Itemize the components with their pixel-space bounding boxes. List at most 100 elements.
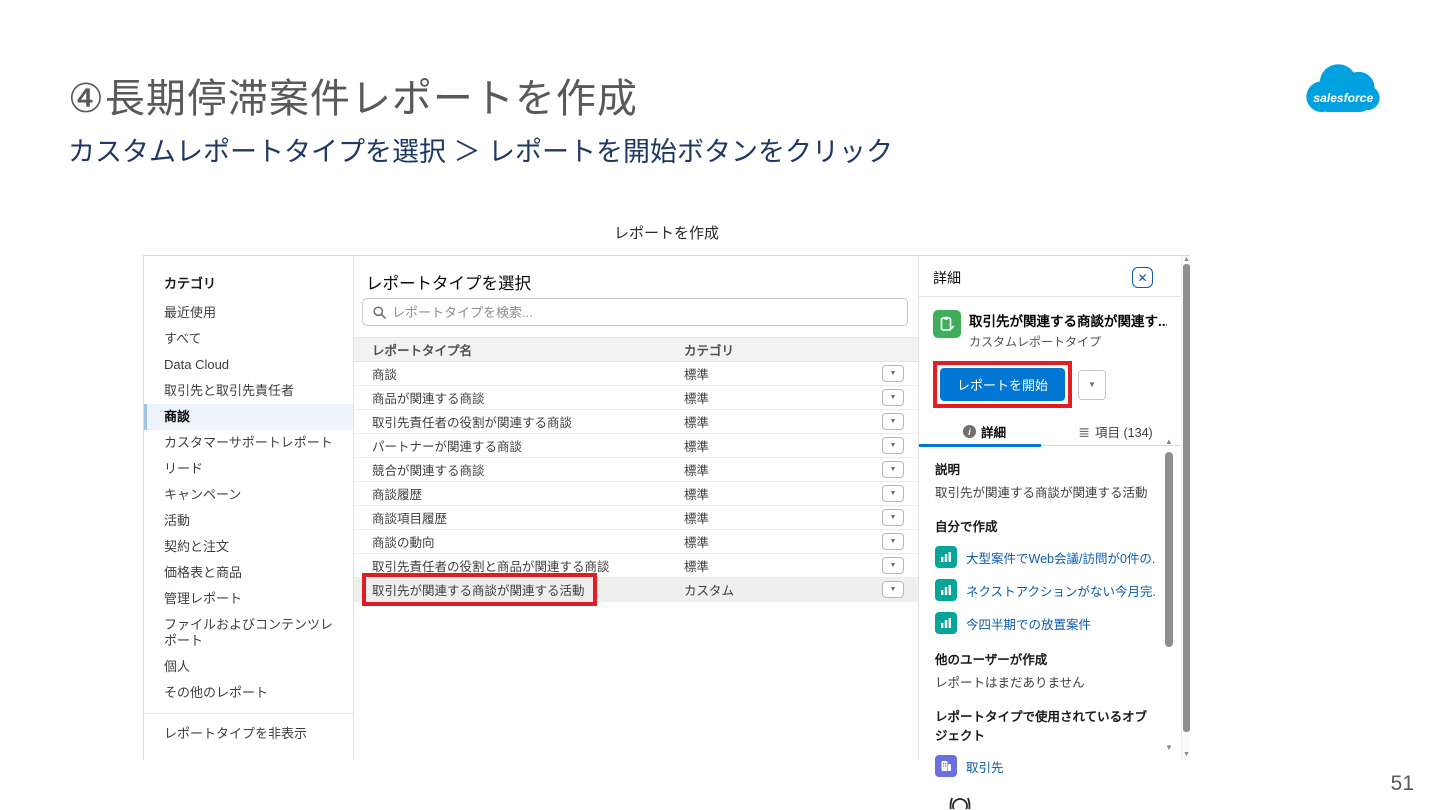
report-type-subtitle: カスタムレポートタイプ <box>969 335 1102 349</box>
report-type-name: 商談の動向 <box>372 536 435 550</box>
dialog-scroll-up-icon[interactable]: ▲ <box>1183 256 1190 263</box>
category-list: 最近使用 すべて Data Cloud 取引先と取引先責任者 商談 カスタマーサポートレポ… <box>144 300 353 706</box>
sidebar-item[interactable]: 価格表と商品 <box>144 560 353 586</box>
sidebar-item[interactable]: その他のレポート <box>144 680 353 706</box>
sidebar-item[interactable]: 活動 <box>144 508 353 534</box>
report-type-name-cell: 商談項目履歴 <box>354 508 684 527</box>
sidebar-item[interactable]: 商談 <box>144 404 353 430</box>
report-type-name-cell: 取引先責任者の役割と商品が関連する商談 <box>354 556 684 575</box>
search-input[interactable] <box>392 304 907 320</box>
report-type-name-cell: 商談履歴 <box>354 484 684 503</box>
row-actions-dropdown[interactable]: ▼ <box>882 461 904 478</box>
report-type-name: 取引先責任者の役割が関連する商談 <box>372 416 573 430</box>
report-type-name: 商品が関連する商談 <box>372 392 485 406</box>
report-type-category: 標準 <box>684 560 710 574</box>
report-type-row[interactable]: 商談項目履歴 標準 ▼ <box>354 506 919 530</box>
report-link-row[interactable]: ネクストアクションがない今月完... <box>935 579 1155 601</box>
tab-fields-label: 項目 (134) <box>1095 426 1153 440</box>
start-report-row: レポートを開始 ▼ <box>919 350 1181 404</box>
category-sidebar: カテゴリ 最近使用 すべて Data Cloud 取引先と取引先責任者 商談 カスタマーサ… <box>144 256 353 760</box>
report-type-row[interactable]: 商品が関連する商談 標準 ▼ <box>354 386 919 410</box>
report-link[interactable]: ネクストアクションがない今月完... <box>966 581 1155 600</box>
report-type-row[interactable]: 商談 標準 ▼ <box>354 362 919 386</box>
report-type-name-cell: 取引先責任者の役割が関連する商談 <box>354 412 684 431</box>
tab-fields[interactable]: ≣ 項目 (134) <box>1050 418 1181 445</box>
red-annotation-row: 取引先が関連する商談が関連する活動 <box>366 577 593 602</box>
report-link-row[interactable]: 大型案件でWeb会議/訪問が0件の... <box>935 546 1155 568</box>
report-icon <box>935 612 957 634</box>
start-report-button[interactable]: レポートを開始 <box>940 368 1066 401</box>
report-link[interactable]: 今四半期での放置案件 <box>966 614 1091 633</box>
sidebar-item[interactable]: 個人 <box>144 654 353 680</box>
dialog-scrollbar-thumb[interactable] <box>1183 264 1190 732</box>
svg-text:salesforce: salesforce <box>1313 91 1373 105</box>
report-type-category: 標準 <box>684 440 710 454</box>
row-actions-dropdown[interactable]: ▼ <box>882 485 904 502</box>
row-actions-dropdown[interactable]: ▼ <box>882 413 904 430</box>
sidebar-item[interactable]: 契約と注文 <box>144 534 353 560</box>
report-type-row[interactable]: 取引先が関連する商談が関連する活動 カスタム ▼ <box>354 578 919 602</box>
description-section: 説明 取引先が関連する商談が関連する活動 <box>935 459 1155 501</box>
detail-scrollbar[interactable]: ▲ ▼ <box>1164 438 1174 752</box>
slide-subtitle: カスタムレポートタイプを選択 ＞ レポートを開始ボタンをクリック <box>68 137 894 167</box>
sidebar-item[interactable]: すべて <box>144 326 353 352</box>
object-link[interactable]: 取引先 <box>966 757 1004 776</box>
row-actions-dropdown[interactable]: ▼ <box>882 365 904 382</box>
category-header: カテゴリ <box>164 276 217 291</box>
report-link[interactable]: 大型案件でWeb会議/訪問が0件の... <box>966 548 1155 567</box>
create-report-dialog: カテゴリ 最近使用 すべて Data Cloud 取引先と取引先責任者 商談 カスタマーサ… <box>143 255 1191 809</box>
report-type-name: 商談履歴 <box>372 488 423 502</box>
sidebar-item[interactable]: リード <box>144 456 353 482</box>
sidebar-item[interactable]: 管理レポート <box>144 586 353 612</box>
report-type-name: パートナーが関連する商談 <box>372 440 523 454</box>
table-header: レポートタイプ名 カテゴリ <box>354 337 919 362</box>
row-actions-dropdown[interactable]: ▼ <box>882 509 904 526</box>
report-type-category: 標準 <box>684 416 710 430</box>
object-row[interactable]: 取引先 <box>935 755 1155 777</box>
sidebar-item[interactable]: 最近使用 <box>144 300 353 326</box>
report-type-category: カスタム <box>684 584 735 598</box>
start-report-dropdown[interactable]: ▼ <box>1078 369 1107 400</box>
created-by-others-section: 他のユーザーが作成 レポートはまだありません <box>935 649 1155 691</box>
report-type-row[interactable]: 商談の動向 標準 ▼ <box>354 530 919 554</box>
row-actions-dropdown[interactable]: ▼ <box>882 557 904 574</box>
detail-tabs: i 詳細 ≣ 項目 (134) <box>919 418 1181 447</box>
dialog-title: レポートを作成 <box>613 225 719 242</box>
sidebar-item[interactable]: Data Cloud <box>144 352 353 378</box>
scroll-up-icon[interactable]: ▲ <box>1165 438 1173 446</box>
search-icon <box>373 305 386 319</box>
no-reports-text: レポートはまだありません <box>935 676 1085 690</box>
tab-details[interactable]: i 詳細 <box>919 418 1050 445</box>
salesforce-cloud-icon: salesforce <box>1306 64 1380 112</box>
close-icon[interactable]: ✕ <box>1132 267 1153 288</box>
sidebar-item[interactable]: ファイルおよびコンテンツレポート <box>144 612 353 654</box>
row-actions-dropdown[interactable]: ▼ <box>882 437 904 454</box>
dialog-scroll-down-icon[interactable]: ▼ <box>1183 751 1190 758</box>
report-type-panel: レポートタイプを選択 レポートタイプ名 カテゴリ 商談標準▼商品が関連する商談標… <box>353 256 919 760</box>
scroll-down-icon[interactable]: ▼ <box>1165 744 1173 752</box>
dialog-scrollbar[interactable]: ▲ ▼ <box>1181 256 1191 760</box>
report-type-row[interactable]: 競合が関連する商談 標準 ▼ <box>354 458 919 482</box>
report-type-meta: 取引先が関連する商談が関連す... カスタムレポートタイプ <box>969 310 1167 350</box>
report-type-row[interactable]: 商談履歴 標準 ▼ <box>354 482 919 506</box>
detail-scrollbar-thumb[interactable] <box>1165 452 1173 647</box>
report-icon <box>935 579 957 601</box>
report-type-row[interactable]: パートナーが関連する商談 標準 ▼ <box>354 434 919 458</box>
sidebar-item[interactable]: 取引先と取引先責任者 <box>144 378 353 404</box>
report-type-summary: 取引先が関連する商談が関連す... カスタムレポートタイプ <box>919 297 1181 350</box>
report-type-name: 取引先責任者の役割と商品が関連する商談 <box>372 560 610 574</box>
report-type-icon <box>933 310 961 338</box>
sidebar-item[interactable]: キャンペーン <box>144 482 353 508</box>
row-actions-dropdown[interactable]: ▼ <box>882 533 904 550</box>
report-type-name-cell: 競合が関連する商談 <box>354 460 684 479</box>
hide-report-types-link[interactable]: レポートタイプを非表示 <box>144 714 353 747</box>
report-type-searchbox[interactable] <box>362 298 908 326</box>
sidebar-item[interactable]: カスタマーサポートレポート <box>144 430 353 456</box>
created-by-me-section: 自分で作成 大型案件でWeb会議/訪問が0件の... ネクストアクションがない今月… <box>935 516 1155 634</box>
row-actions-dropdown[interactable]: ▼ <box>882 581 904 598</box>
row-actions-dropdown[interactable]: ▼ <box>882 389 904 406</box>
report-type-row[interactable]: 取引先責任者の役割が関連する商談 標準 ▼ <box>354 410 919 434</box>
report-type-row[interactable]: 取引先責任者の役割と商品が関連する商談 標準 ▼ <box>354 554 919 578</box>
report-type-category: 標準 <box>684 536 710 550</box>
report-link-row[interactable]: 今四半期での放置案件 <box>935 612 1155 634</box>
